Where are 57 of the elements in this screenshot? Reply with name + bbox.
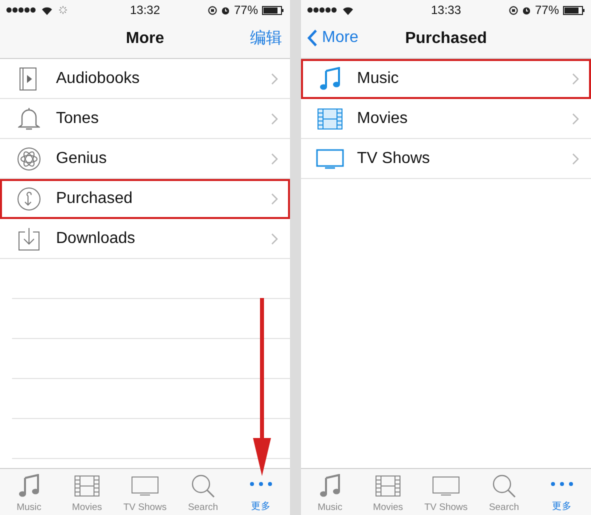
tab-bar-item[interactable]: TV Shows xyxy=(116,469,174,515)
more-icon xyxy=(550,481,574,487)
tab-bar-item[interactable]: Movies xyxy=(58,469,116,515)
tab-bar-item[interactable]: Music xyxy=(0,469,58,515)
music-note-icon xyxy=(319,66,341,90)
film-icon xyxy=(317,108,343,130)
chevron-left-icon xyxy=(307,29,318,47)
search-icon xyxy=(191,474,215,498)
tv-icon xyxy=(432,476,460,496)
list-row[interactable]: Purchased xyxy=(0,179,290,219)
music-note-icon xyxy=(18,474,40,498)
edit-button[interactable]: 编辑 xyxy=(250,28,282,49)
chevron-right-icon xyxy=(271,72,278,84)
signal-icon xyxy=(307,7,337,13)
tab-bar-item[interactable]: Music xyxy=(301,469,359,515)
tab-bar-item[interactable]: 更多 xyxy=(533,469,591,515)
nav-title: More xyxy=(126,30,164,48)
more-icon xyxy=(249,481,273,487)
chevron-right-icon xyxy=(271,152,278,164)
chevron-right-icon xyxy=(572,112,579,124)
search-icon xyxy=(492,474,516,498)
film-icon xyxy=(375,475,401,497)
download-tray-icon xyxy=(18,226,40,250)
bell-icon xyxy=(18,106,40,130)
wifi-icon xyxy=(41,6,53,14)
download-circle-icon xyxy=(17,186,41,210)
tab-bar-item[interactable]: 更多 xyxy=(232,469,290,515)
alarm-icon xyxy=(220,6,230,14)
alarm-icon xyxy=(522,6,531,14)
film-icon xyxy=(74,475,100,497)
atom-icon xyxy=(17,146,41,170)
battery-percent: 77% xyxy=(534,3,559,17)
tv-icon xyxy=(131,476,159,496)
chevron-right-icon xyxy=(271,232,278,244)
tab-bar-item[interactable]: Search xyxy=(174,469,232,515)
battery-icon xyxy=(262,6,284,14)
status-time: 13:33 xyxy=(430,3,462,17)
rotation-lock-icon xyxy=(508,6,518,14)
chevron-right-icon xyxy=(271,112,278,124)
nav-title: Purchased xyxy=(405,30,487,48)
back-button[interactable]: More xyxy=(307,29,358,47)
battery-icon xyxy=(563,6,585,14)
tab-bar-item[interactable]: TV Shows xyxy=(417,469,475,515)
battery-percent: 77% xyxy=(234,3,258,17)
chevron-right-icon xyxy=(572,72,579,84)
list-row[interactable]: Music xyxy=(301,59,591,99)
tv-icon xyxy=(316,148,344,168)
chevron-right-icon xyxy=(271,192,278,204)
rotation-lock-icon xyxy=(208,6,217,14)
chevron-right-icon xyxy=(572,152,579,164)
signal-icon xyxy=(6,7,36,13)
tab-bar-item[interactable]: Movies xyxy=(359,469,417,515)
wifi-icon xyxy=(342,6,354,14)
music-note-icon xyxy=(319,474,341,498)
tab-bar-item[interactable]: Search xyxy=(475,469,533,515)
status-time: 13:32 xyxy=(130,3,160,17)
book-icon xyxy=(19,66,39,90)
